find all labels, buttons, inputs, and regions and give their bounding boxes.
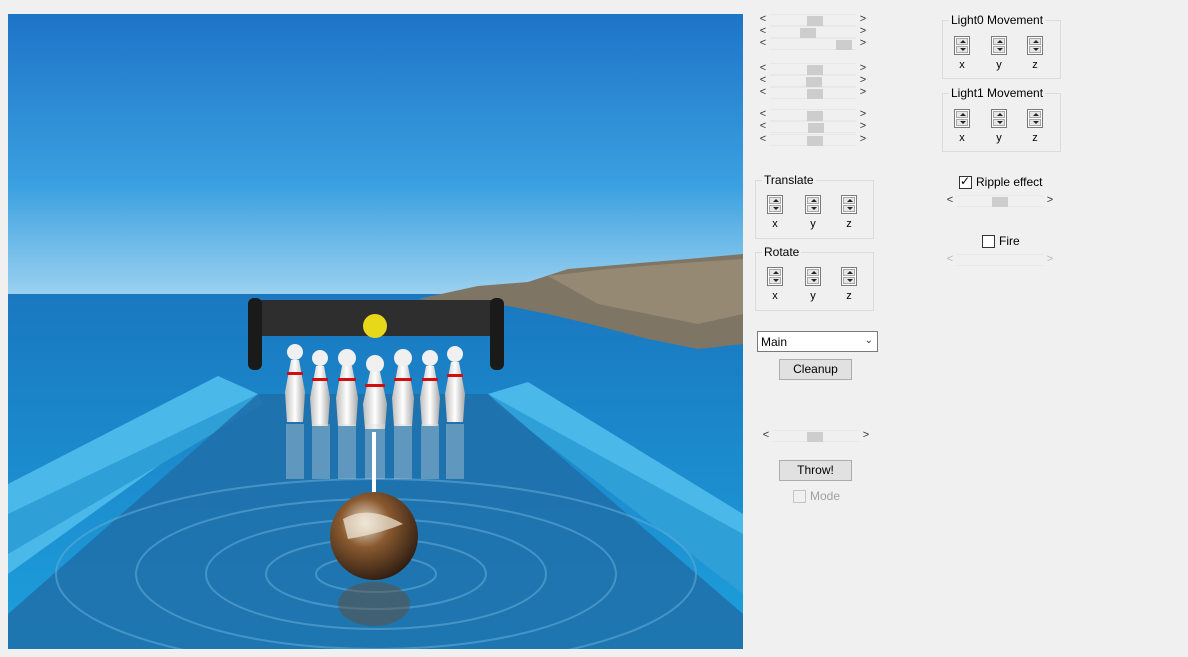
slider-thumb[interactable] (836, 40, 852, 50)
scroll-right-arrow[interactable]: > (858, 36, 868, 50)
translate-z-spinner[interactable] (841, 195, 857, 214)
axis-label-x: x (772, 218, 778, 230)
fire-checkbox-label: Fire (999, 234, 1020, 248)
axis-label-x: x (959, 132, 965, 144)
slider-top-2-3[interactable]: < > (758, 85, 868, 99)
rotate-y-spinner[interactable] (805, 267, 821, 286)
slider-top-1-2[interactable]: < > (758, 25, 868, 38)
bowling-scene (8, 14, 743, 649)
light0-y-spinner[interactable] (991, 36, 1007, 55)
aim-line (372, 432, 376, 494)
fire-slider: < > (945, 253, 1055, 266)
axis-label-x: x (772, 290, 778, 302)
scroll-right-arrow[interactable]: > (858, 132, 868, 146)
rotate-z-spinner[interactable] (841, 267, 857, 286)
slider-thumb[interactable] (807, 65, 823, 75)
slider-thumb[interactable] (807, 16, 823, 26)
scroll-right-arrow[interactable]: > (1045, 193, 1055, 207)
sky (8, 14, 743, 299)
light0-z-spinner[interactable] (1027, 36, 1043, 55)
slider-top-2-2[interactable]: < > (758, 74, 868, 87)
bowling-ball (330, 492, 418, 580)
rotate-title: Rotate (762, 245, 802, 259)
light1-y-spinner[interactable] (991, 109, 1007, 128)
mode-checkbox-box[interactable] (793, 490, 806, 503)
light0-x-spinner[interactable] (954, 36, 970, 55)
chevron-down-icon[interactable]: ⌄ (865, 335, 873, 346)
axis-label-z: z (846, 218, 852, 230)
throw-power-slider[interactable]: < > (761, 428, 871, 442)
axis-label-y: y (996, 132, 1002, 144)
axis-label-z: z (1032, 132, 1038, 144)
mode-checkbox-label: Mode (810, 489, 841, 503)
scroll-left-arrow[interactable]: < (945, 193, 955, 207)
axis-label-z: z (1032, 59, 1038, 71)
fire-checkbox[interactable]: Fire (982, 234, 1032, 249)
throw-button[interactable]: Throw! (779, 460, 852, 481)
mode-checkbox[interactable]: Mode (793, 489, 853, 504)
slider-thumb[interactable] (806, 77, 822, 87)
slider-top-1-3[interactable]: < > (758, 36, 868, 50)
axis-label-z: z (846, 290, 852, 302)
scroll-left-arrow[interactable]: < (758, 36, 768, 50)
slider-thumb[interactable] (807, 136, 823, 146)
pinsetter-leg-left (248, 298, 262, 370)
light1-group: Light1 Movement x y z (942, 86, 1061, 152)
ripple-checkbox-box[interactable] (959, 174, 972, 189)
fire-checkbox-box[interactable] (982, 235, 995, 248)
scroll-right-arrow[interactable]: > (858, 85, 868, 99)
ripple-effect-checkbox[interactable]: Ripple effect (959, 174, 1049, 190)
axis-label-x: x (959, 59, 965, 71)
scroll-left-arrow[interactable]: < (758, 85, 768, 99)
camera-select-value: Main (761, 335, 788, 349)
slider-top-2-1[interactable]: < > (758, 62, 868, 75)
rotate-x-spinner[interactable] (767, 267, 783, 286)
slider-thumb[interactable] (808, 123, 824, 133)
scroll-left-arrow[interactable]: < (758, 119, 768, 133)
scroll-left-arrow[interactable]: < (761, 428, 771, 442)
translate-group: Translate x y z (755, 173, 874, 239)
light1-title: Light1 Movement (949, 86, 1046, 100)
translate-title: Translate (762, 173, 816, 187)
slider-thumb[interactable] (807, 111, 823, 121)
axis-label-y: y (996, 59, 1002, 71)
slider-thumb[interactable] (807, 432, 823, 442)
scroll-left-arrow[interactable]: < (758, 132, 768, 146)
slider-thumb[interactable] (807, 89, 823, 99)
pinsetter-leg-right (490, 298, 504, 370)
translate-y-spinner[interactable] (805, 195, 821, 214)
cleanup-button[interactable]: Cleanup (779, 359, 852, 380)
slider-thumb[interactable] (800, 28, 816, 38)
scroll-right-arrow[interactable]: > (858, 119, 868, 133)
axis-label-y: y (810, 218, 816, 230)
scroll-right-arrow: > (1046, 253, 1054, 265)
slider-top-3-1[interactable]: < > (758, 108, 868, 121)
camera-select[interactable]: Main ⌄ (757, 331, 878, 352)
ball-reflection (338, 582, 410, 626)
scroll-right-arrow[interactable]: > (861, 428, 871, 442)
slider-top-3-2[interactable]: < > (758, 119, 868, 133)
slider-top-3-3[interactable]: < > (758, 132, 868, 146)
axis-label-y: y (810, 290, 816, 302)
slider-thumb[interactable] (992, 197, 1008, 207)
light1-z-spinner[interactable] (1027, 109, 1043, 128)
scene-viewport[interactable] (8, 14, 743, 649)
ripple-strength-slider[interactable]: < > (945, 193, 1055, 207)
slider-top-1-1[interactable]: < > (758, 13, 868, 26)
pinsetter-light (363, 314, 387, 338)
ripple-checkbox-label: Ripple effect (976, 175, 1043, 189)
light0-group: Light0 Movement x y z (942, 13, 1061, 79)
rotate-group: Rotate x y z (755, 245, 874, 311)
light0-title: Light0 Movement (949, 13, 1046, 27)
translate-x-spinner[interactable] (767, 195, 783, 214)
light1-x-spinner[interactable] (954, 109, 970, 128)
scroll-left-arrow: < (946, 253, 954, 265)
